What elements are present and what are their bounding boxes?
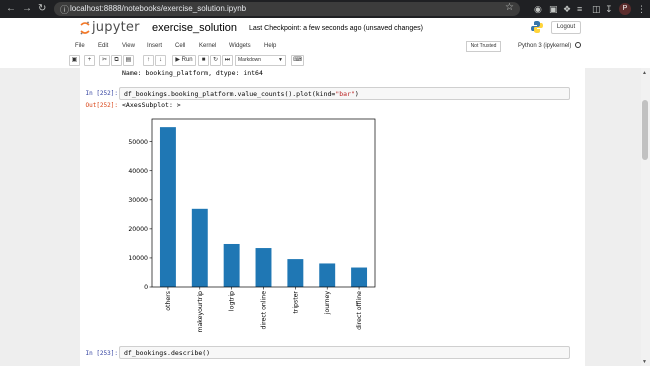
cell-252-output-prompt: Out[252]: [85, 102, 118, 109]
insert-cell-icon[interactable]: + [84, 55, 95, 66]
x-tick-label: direct offline [356, 291, 363, 330]
menu-insert[interactable]: Insert [147, 42, 162, 51]
cell-type-select[interactable]: Markdown ▼ [235, 55, 286, 66]
notebook-title[interactable]: exercise_solution [152, 21, 237, 35]
interrupt-icon[interactable]: ■ [198, 55, 209, 66]
menu-help[interactable]: Help [264, 42, 276, 51]
scroll-up-icon[interactable]: ▲ [642, 70, 647, 76]
logout-button[interactable]: Logout [551, 21, 581, 34]
x-tick-label: journey [324, 291, 331, 316]
browser-menu-icon[interactable]: ⋮ [637, 3, 646, 15]
x-tick-label: logtrip [229, 291, 236, 311]
move-up-icon[interactable]: ↑ [143, 55, 154, 66]
extension-icon[interactable]: ◉ [534, 3, 542, 15]
scroll-down-icon[interactable]: ▼ [642, 359, 647, 365]
kernel-status-icon [575, 42, 581, 48]
command-palette-icon[interactable]: ⌨ [291, 55, 304, 66]
site-info-icon[interactable]: ⓘ [60, 3, 69, 16]
menu-cell[interactable]: Cell [175, 42, 185, 51]
chart-bar [255, 248, 272, 287]
menu-lines-icon[interactable]: ≡ [577, 3, 582, 15]
run-icon: ▶ [175, 57, 180, 63]
x-tick-label: makeyourtrip [197, 291, 204, 333]
forward-icon[interactable]: → [22, 3, 32, 15]
chart-bar [191, 208, 208, 287]
menu-edit[interactable]: Edit [98, 42, 108, 51]
kernel-name[interactable]: Python 3 (ipykernel) [518, 42, 571, 51]
back-icon[interactable]: ← [6, 3, 16, 15]
paste-icon[interactable]: ▤ [123, 55, 134, 66]
code-call: df_bookings.booking_platform.value_count… [124, 90, 336, 98]
restart-icon[interactable]: ↻ [210, 55, 221, 66]
cell-type-value: Markdown [238, 57, 262, 63]
chart-bar [319, 263, 336, 287]
chart-bar [223, 243, 240, 287]
discord-icon[interactable]: ▣ [549, 3, 558, 15]
save-icon[interactable]: ▣ [69, 55, 80, 66]
download-icon[interactable]: ↧ [605, 3, 613, 15]
y-tick-label: 30000 [128, 197, 148, 204]
y-tick-label: 0 [144, 284, 148, 291]
menu-widgets[interactable]: Widgets [229, 42, 251, 51]
cell-252-code: df_bookings.booking_platform.value_count… [124, 89, 359, 99]
profile-avatar[interactable]: P [619, 3, 631, 15]
jupyter-logo-icon[interactable] [80, 21, 90, 35]
cut-icon[interactable]: ✂ [99, 55, 110, 66]
cell-252-input-prompt: In [252]: [85, 90, 118, 97]
python-logo-icon [531, 21, 543, 33]
url-text: localhost:8888/notebooks/exercise_soluti… [70, 4, 247, 13]
cell-252-code-editor[interactable]: df_bookings.booking_platform.value_count… [119, 87, 570, 100]
notebook-toolbar [0, 54, 650, 68]
chevron-down-icon: ▼ [278, 57, 283, 63]
previous-cell-output: Name: booking_platform, dtype: int64 [122, 69, 263, 77]
bookmark-star-icon[interactable]: ☆ [505, 2, 514, 13]
chart-bar [287, 259, 304, 287]
reload-icon[interactable]: ↻ [38, 3, 46, 15]
jupyter-logo-text[interactable]: jupyter [92, 20, 140, 36]
cell-253-input-prompt: In [253]: [85, 350, 118, 357]
run-label: Run [181, 57, 193, 63]
copy-icon[interactable]: ⧉ [111, 55, 122, 66]
cell-252-output-text: <AxesSubplot: > [122, 101, 181, 109]
checkpoint-status: Last Checkpoint: a few seconds ago (unsa… [249, 25, 423, 32]
menu-view[interactable]: View [122, 42, 135, 51]
y-tick-label: 10000 [128, 255, 148, 262]
scrollbar-thumb[interactable] [642, 100, 648, 160]
cell-253-code: df_bookings.describe() [124, 349, 211, 357]
restart-run-all-icon[interactable]: ⏭ [222, 55, 233, 66]
run-button[interactable]: ▶ Run [172, 55, 196, 66]
address-bar[interactable]: ⓘ localhost:8888/notebooks/exercise_solu… [54, 2, 520, 16]
cell-253-code-editor[interactable]: df_bookings.describe() [119, 346, 570, 359]
code-close-paren: ) [354, 90, 359, 98]
browser-toolbar: ← → ↻ ⓘ localhost:8888/notebooks/exercis… [0, 0, 650, 18]
y-tick-label: 20000 [128, 226, 148, 233]
menu-kernel[interactable]: Kernel [199, 42, 216, 51]
move-down-icon[interactable]: ↓ [155, 55, 166, 66]
sidebar-icon[interactable]: ◫ [592, 3, 601, 15]
bar-chart: others makeyourtrip logtrip direct online tr… [128, 118, 376, 333]
y-tick-label: 40000 [128, 168, 148, 175]
extensions-puzzle-icon[interactable]: ❖ [563, 3, 571, 15]
chart-bar [159, 127, 176, 287]
x-tick-label: tripster [292, 291, 299, 314]
x-tick-label: direct online [261, 291, 268, 330]
code-string-literal: "bar" [335, 90, 355, 98]
menu-file[interactable]: File [75, 42, 85, 51]
trust-button[interactable]: Not Trusted [466, 41, 501, 52]
y-tick-label: 50000 [128, 139, 148, 146]
x-tick-label: others [165, 291, 172, 311]
chart-bar [351, 267, 368, 287]
